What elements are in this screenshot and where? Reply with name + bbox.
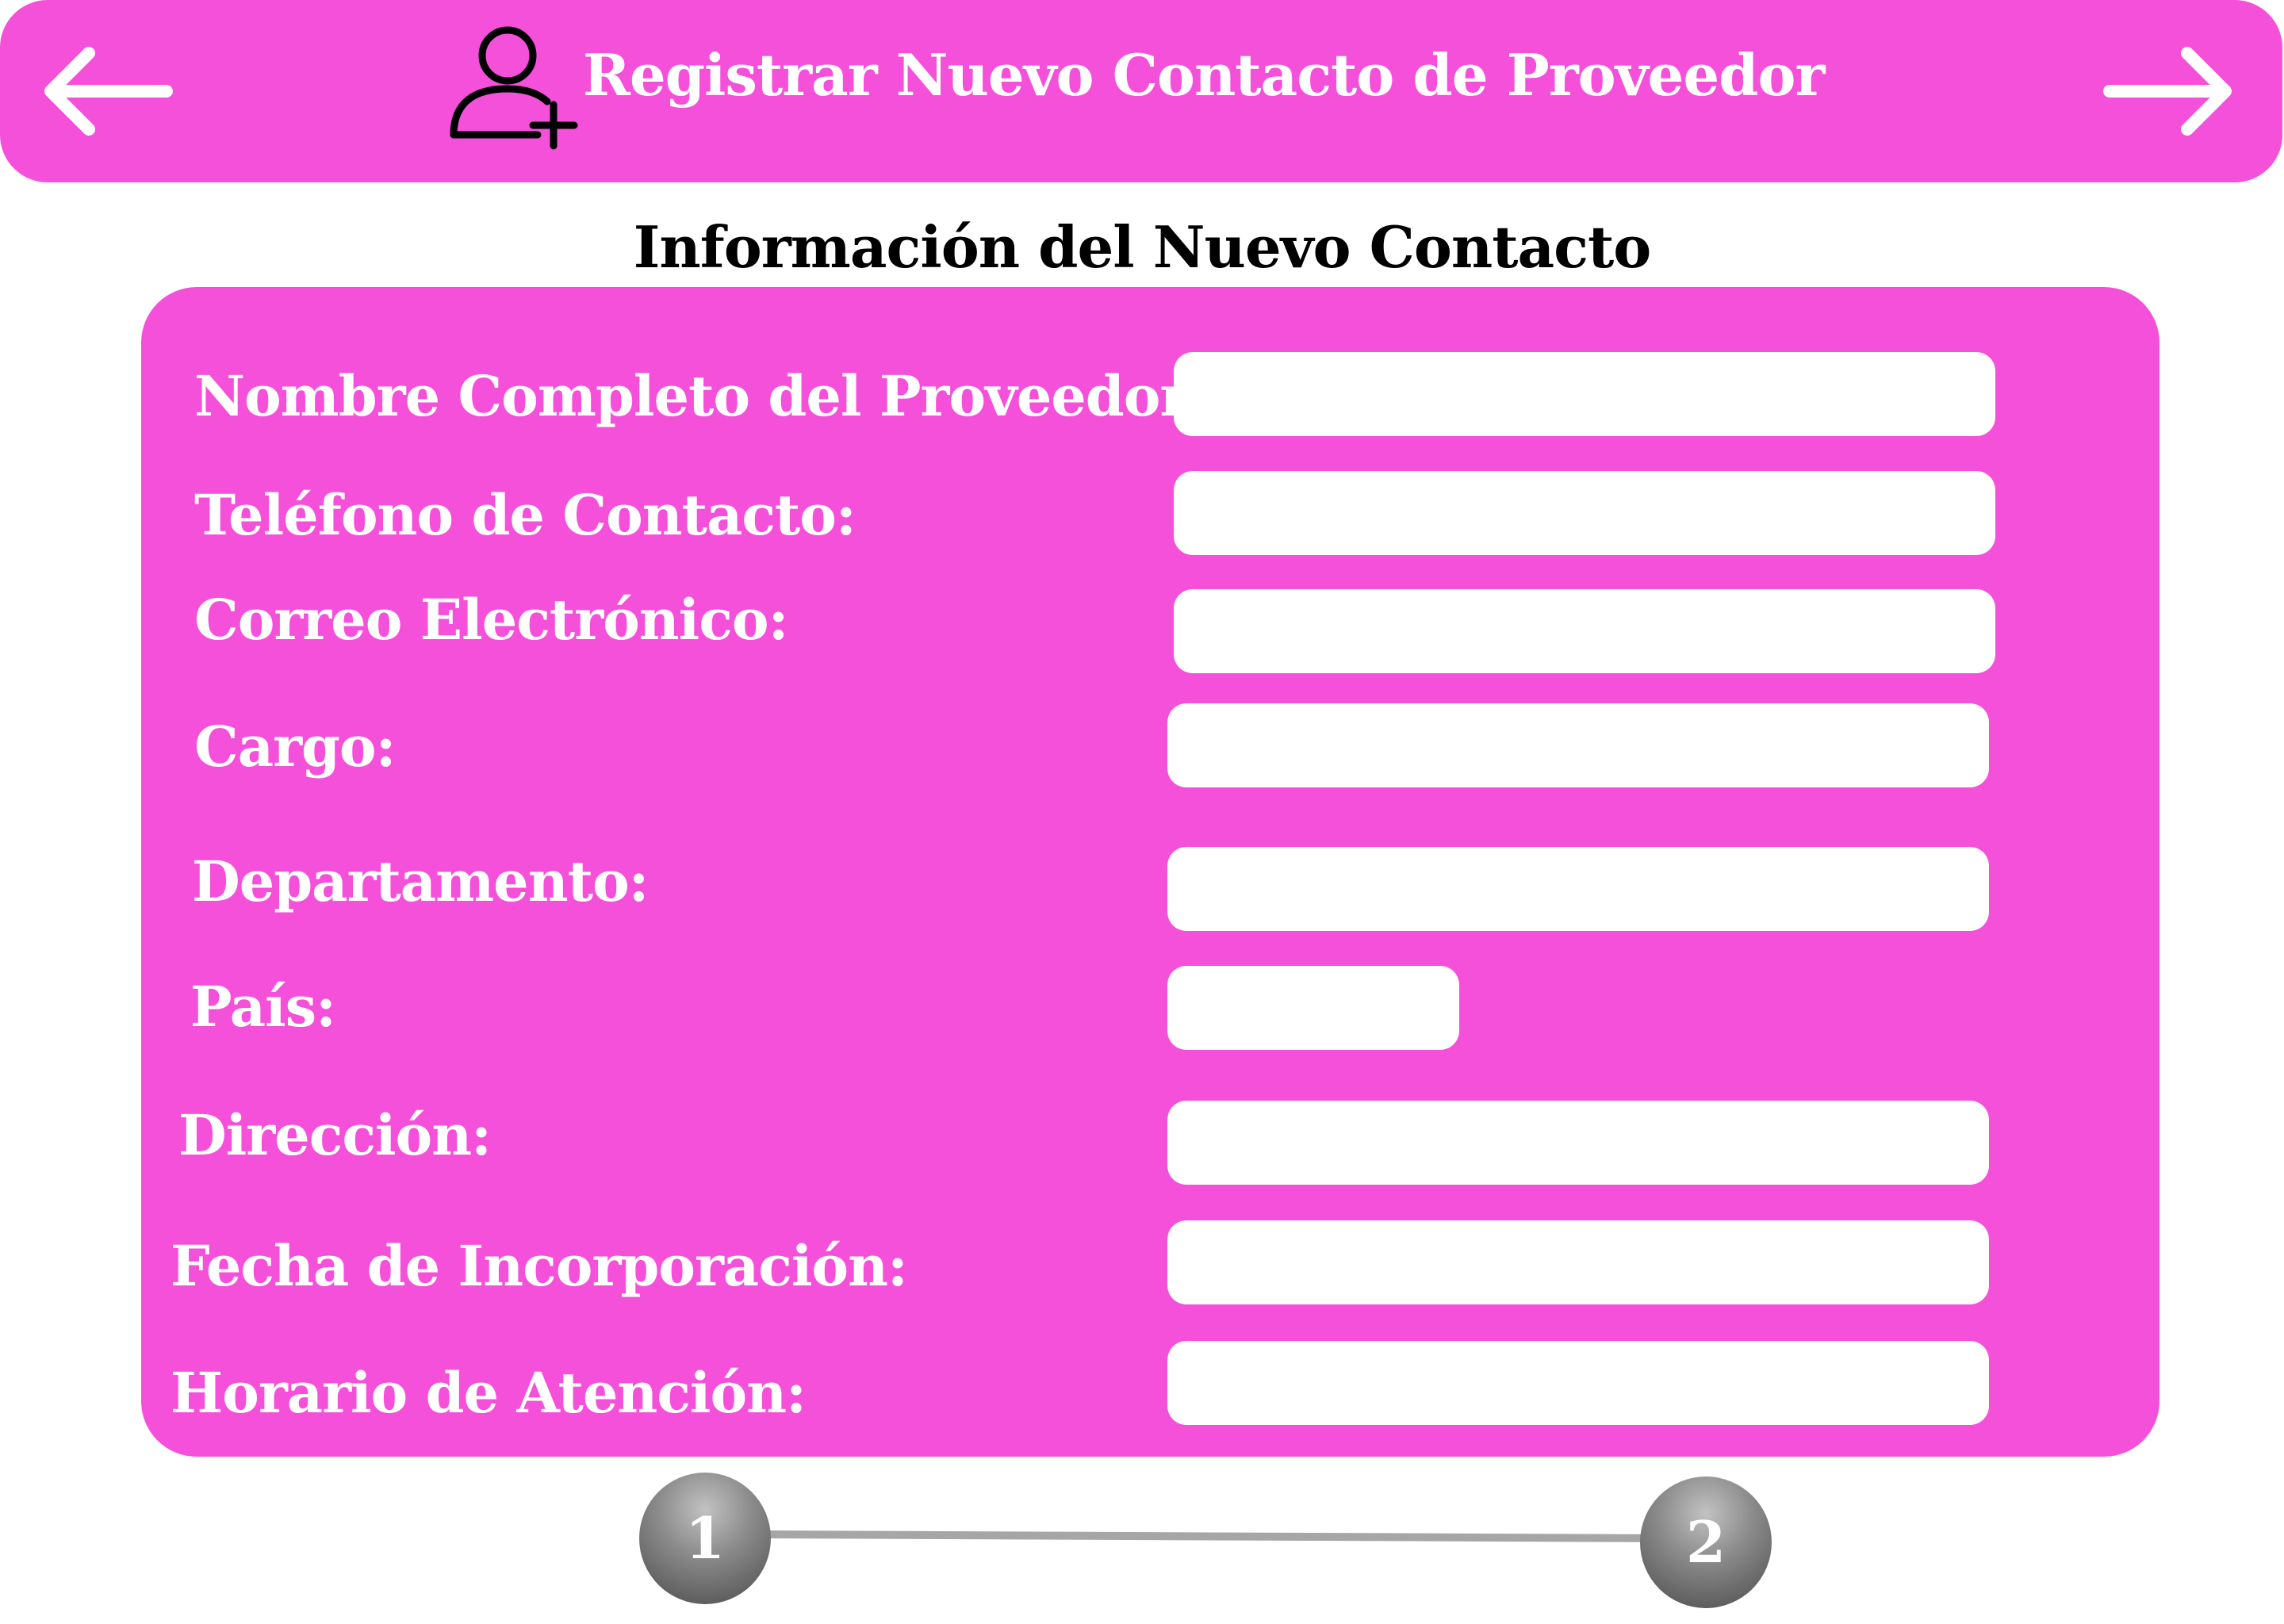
correo-input[interactable] (1174, 589, 1995, 673)
step-1-button[interactable]: 1 (639, 1473, 771, 1604)
fecha-input[interactable] (1167, 1220, 1989, 1304)
page-title: Registrar Nuevo Contacto de Proveedor (583, 41, 1825, 109)
field-label-departamento: Departamento: (192, 848, 649, 914)
field-label-nombre: Nombre Completo del Proveedor: (194, 363, 1209, 429)
arrow-right-icon (2103, 47, 2232, 136)
arrow-left-icon (44, 47, 173, 136)
user-plus-icon (444, 16, 579, 151)
pais-input[interactable] (1167, 966, 1459, 1050)
forward-button[interactable] (2102, 44, 2236, 139)
page: Registrar Nuevo Contacto de Proveedor In… (0, 0, 2284, 1624)
field-label-telefono: Teléfono de Contacto: (194, 482, 856, 548)
section-title: Información del Nuevo Contacto (633, 213, 1652, 281)
header-bar: Registrar Nuevo Contacto de Proveedor (0, 0, 2282, 182)
departamento-input[interactable] (1167, 847, 1989, 931)
back-button[interactable] (40, 44, 174, 139)
direccion-input[interactable] (1167, 1101, 1989, 1185)
nombre-input[interactable] (1174, 352, 1995, 436)
horario-input[interactable] (1167, 1341, 1989, 1425)
stepper-line (765, 1530, 1656, 1542)
field-label-correo: Correo Electrónico: (194, 587, 788, 653)
field-label-direccion: Dirección: (178, 1102, 492, 1168)
field-label-horario: Horario de Atención: (171, 1360, 807, 1426)
field-label-pais: País: (190, 974, 336, 1040)
field-label-fecha: Fecha de Incorporación: (171, 1233, 908, 1299)
cargo-input[interactable] (1167, 703, 1989, 787)
field-label-cargo: Cargo: (194, 714, 396, 779)
telefono-input[interactable] (1174, 471, 1995, 555)
step-2-button[interactable]: 2 (1640, 1477, 1772, 1608)
